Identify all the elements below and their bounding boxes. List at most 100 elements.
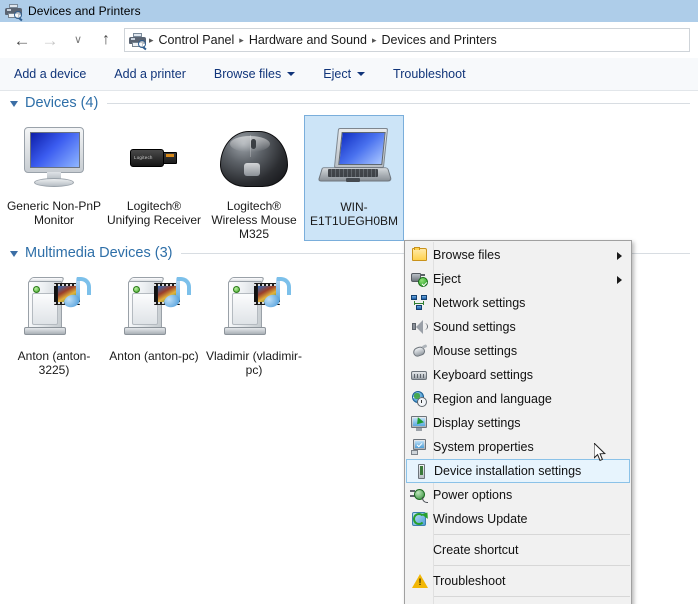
- display-icon: [410, 414, 428, 432]
- up-button[interactable]: ↑: [92, 26, 120, 54]
- submenu-arrow-icon: [617, 252, 622, 260]
- menu-item-mouse-settings[interactable]: Mouse settings: [405, 339, 631, 363]
- power-plug-icon: [410, 486, 428, 504]
- section-rule: [107, 102, 690, 104]
- system-icon: [410, 438, 428, 456]
- usb-receiver-icon: [106, 121, 202, 197]
- network-icon: [410, 294, 428, 312]
- menu-item-create-shortcut[interactable]: Create shortcut: [405, 538, 631, 562]
- folder-icon: [410, 246, 428, 264]
- command-bar: Add a device Add a printer Browse files Eje…: [0, 58, 698, 91]
- device-tile[interactable]: Logitech® Wireless Mouse M325: [204, 115, 304, 241]
- device-label: Logitech® Wireless Mouse M325: [211, 199, 297, 241]
- speaker-icon: [410, 318, 428, 336]
- keyboard-icon: [410, 366, 428, 384]
- menu-item-label: Device installation settings: [434, 464, 582, 478]
- warning-icon: [410, 572, 428, 590]
- command-label: Troubleshoot: [393, 67, 466, 81]
- recent-locations-button[interactable]: ∨: [64, 26, 92, 54]
- menu-item-windows-update[interactable]: Windows Update: [405, 507, 631, 531]
- title-bar: Devices and Printers: [0, 0, 698, 22]
- menu-item-power-options[interactable]: Power options: [405, 483, 631, 507]
- submenu-arrow-icon: [617, 276, 622, 284]
- breadcrumb-control-panel[interactable]: Control Panel: [155, 33, 239, 47]
- menu-item-label: Mouse settings: [433, 344, 518, 358]
- address-printer-icon: [129, 32, 147, 50]
- device-label: WIN-E1T1UEGH0BM: [309, 200, 399, 228]
- device-grid: Generic Non-PnP MonitorLogitech® Unifyin…: [0, 115, 698, 241]
- menu-item-troubleshoot[interactable]: Troubleshoot: [405, 569, 631, 593]
- device-label: Generic Non-PnP Monitor: [6, 199, 102, 227]
- command-add-a-device[interactable]: Add a device: [0, 58, 100, 90]
- command-label: Eject: [323, 67, 352, 81]
- window-printer-icon: [2, 0, 24, 22]
- menu-item-device-installation-settings[interactable]: Device installation settings: [406, 459, 630, 483]
- menu-item-label: Sound settings: [433, 320, 516, 334]
- laptop-icon: [306, 122, 402, 198]
- menu-item-label: Eject: [433, 272, 461, 286]
- menu-item-label: Keyboard settings: [433, 368, 534, 382]
- menu-separator: [433, 565, 630, 566]
- menu-item-eject[interactable]: Eject: [405, 267, 631, 291]
- context-menu: Browse files Eject Network settings Sound s…: [404, 240, 632, 604]
- collapse-triangle-icon[interactable]: [10, 101, 18, 107]
- menu-item-label: Windows Update: [433, 512, 528, 526]
- menu-separator: [433, 596, 630, 597]
- device-tile[interactable]: Vladimir (vladimir-pc): [204, 265, 304, 377]
- multimedia-device-icon: [6, 271, 102, 347]
- menu-item-label: Power options: [433, 488, 513, 502]
- device-tile[interactable]: Generic Non-PnP Monitor: [4, 115, 104, 241]
- window-title: Devices and Printers: [28, 4, 141, 18]
- menu-item-label: System properties: [433, 440, 534, 454]
- globe-clock-icon: [410, 390, 428, 408]
- menu-item-system-properties[interactable]: System properties: [405, 435, 631, 459]
- menu-item-label: Troubleshoot: [433, 574, 506, 588]
- command-label: Browse files: [213, 67, 282, 81]
- device-label: Anton (anton-pc): [109, 349, 199, 363]
- menu-item-browse-files[interactable]: Browse files: [405, 243, 631, 267]
- section-title: Devices (4): [25, 95, 99, 111]
- breadcrumb-hardware-and-sound[interactable]: Hardware and Sound: [245, 33, 371, 47]
- device-label: Vladimir (vladimir-pc): [206, 349, 303, 377]
- eject-icon: [410, 270, 428, 288]
- device-label: Logitech® Unifying Receiver: [106, 199, 202, 227]
- breadcrumb-devices-and-printers[interactable]: Devices and Printers: [377, 33, 500, 47]
- windows-update-icon: [410, 510, 431, 528]
- command-troubleshoot[interactable]: Troubleshoot: [379, 58, 480, 90]
- section-header[interactable]: Devices (4): [0, 91, 698, 115]
- command-browse-files[interactable]: Browse files: [200, 58, 309, 90]
- device-install-icon: [412, 463, 430, 481]
- multimedia-device-icon: [206, 271, 302, 347]
- menu-item-properties[interactable]: Properties: [405, 600, 631, 604]
- back-button[interactable]: ←: [8, 26, 36, 54]
- menu-separator: [433, 534, 630, 535]
- command-label: Add a device: [14, 67, 87, 81]
- device-label: Anton (anton-3225): [17, 349, 91, 377]
- menu-item-label: Browse files: [433, 248, 501, 262]
- address-bar[interactable]: ▸ Control Panel ▸ Hardware and Sound ▸ D…: [124, 28, 690, 52]
- command-add-a-printer[interactable]: Add a printer: [100, 58, 200, 90]
- device-tile[interactable]: Anton (anton-3225): [4, 265, 104, 377]
- forward-button[interactable]: →: [36, 26, 64, 54]
- device-tile[interactable]: Anton (anton-pc): [104, 265, 204, 377]
- collapse-triangle-icon[interactable]: [10, 251, 18, 257]
- mouse-icon: [410, 342, 428, 360]
- monitor-icon: [6, 121, 102, 197]
- menu-item-label: Network settings: [433, 296, 526, 310]
- section-title: Multimedia Devices (3): [25, 245, 173, 261]
- command-eject[interactable]: Eject: [309, 58, 379, 90]
- devices-and-printers-window: Devices and Printers ← → ∨ ↑ ▸ Control P…: [0, 0, 698, 604]
- menu-item-network-settings[interactable]: Network settings: [405, 291, 631, 315]
- menu-item-sound-settings[interactable]: Sound settings: [405, 315, 631, 339]
- device-tile[interactable]: WIN-E1T1UEGH0BM: [304, 115, 404, 241]
- command-label: Add a printer: [114, 67, 186, 81]
- menu-item-display-settings[interactable]: Display settings: [405, 411, 631, 435]
- menu-item-label: Region and language: [433, 392, 552, 406]
- menu-item-keyboard-settings[interactable]: Keyboard settings: [405, 363, 631, 387]
- device-tile[interactable]: Logitech® Unifying Receiver: [104, 115, 204, 241]
- multimedia-device-icon: [106, 271, 202, 347]
- wireless-mouse-icon: [206, 121, 302, 197]
- chevron-down-icon: [287, 72, 296, 76]
- navigation-bar: ← → ∨ ↑ ▸ Control Panel ▸ Hardware and S…: [0, 22, 698, 58]
- menu-item-region-and-language[interactable]: Region and language: [405, 387, 631, 411]
